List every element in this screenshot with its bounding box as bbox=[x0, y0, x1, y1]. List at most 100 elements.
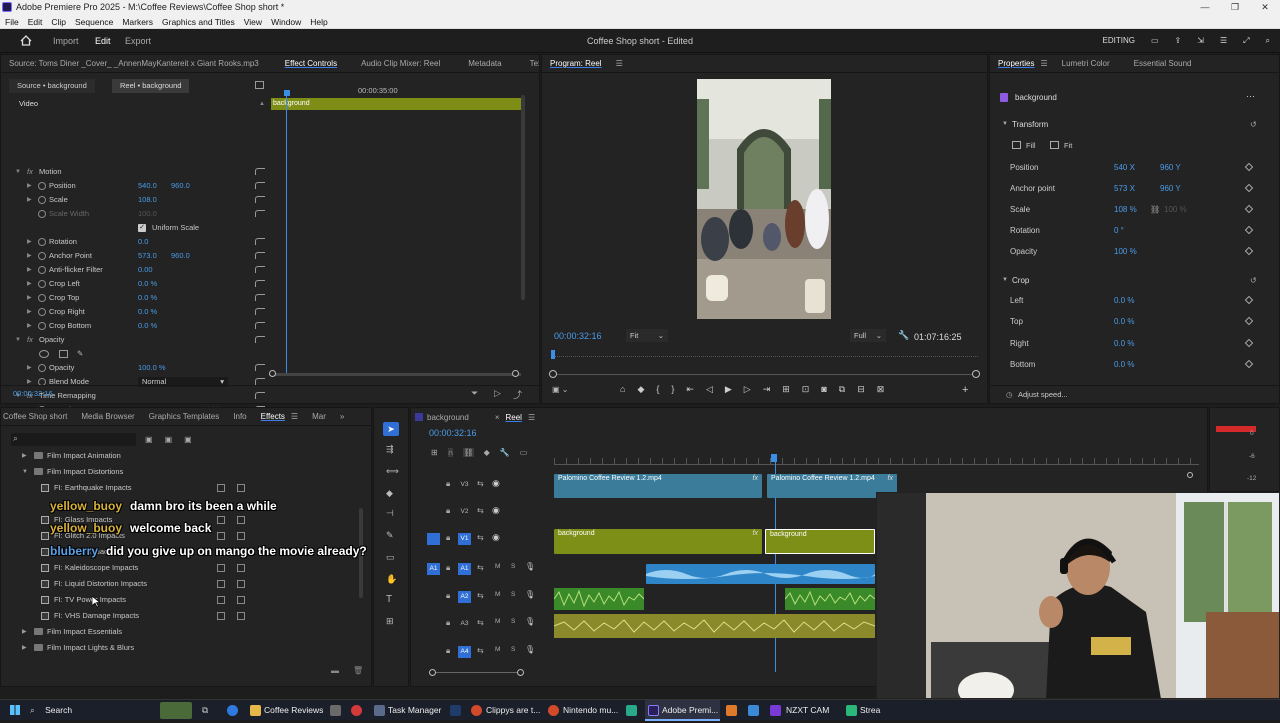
prop-value[interactable]: 0.0 % bbox=[1114, 333, 1134, 354]
folder-expand-icon[interactable]: ▼ bbox=[22, 464, 28, 480]
nest-icon[interactable]: ⊞ bbox=[431, 448, 438, 457]
ec-value[interactable]: 0.0 % bbox=[138, 305, 157, 319]
fill-label[interactable]: Fill bbox=[1026, 141, 1036, 150]
menu-window[interactable]: Window bbox=[271, 15, 301, 28]
folder-expand-icon[interactable]: ▶ bbox=[22, 624, 27, 640]
pen-tool-icon[interactable]: ✎ bbox=[386, 530, 394, 541]
transform-reset-icon[interactable]: ↺ bbox=[1250, 120, 1257, 129]
keyframe-icon[interactable] bbox=[1244, 295, 1254, 305]
edit-tab[interactable]: Edit bbox=[95, 29, 111, 53]
timeline-playhead-handle[interactable] bbox=[771, 454, 777, 462]
stopwatch-icon[interactable] bbox=[38, 238, 46, 246]
transform-collapse-icon[interactable]: ▼ bbox=[1002, 121, 1008, 127]
reset-icon[interactable] bbox=[255, 168, 265, 175]
reset-icon[interactable] bbox=[255, 336, 265, 343]
menu-file[interactable]: File bbox=[5, 15, 19, 28]
ec-value[interactable]: 540.0 bbox=[138, 179, 157, 193]
program-zoom-scrollbar[interactable] bbox=[552, 374, 978, 375]
razor-tool-icon[interactable]: ◆ bbox=[386, 488, 393, 499]
program-menu-icon[interactable]: ☰ bbox=[616, 59, 623, 68]
keyframe-icon[interactable] bbox=[1244, 183, 1254, 193]
timeline-vscroll-handle[interactable] bbox=[1187, 472, 1193, 478]
restore-button[interactable]: ❐ bbox=[1220, 0, 1250, 15]
caption-tool-icon[interactable]: ⊞ bbox=[386, 616, 394, 627]
clip-a1[interactable] bbox=[646, 564, 875, 584]
track-target[interactable]: V1 bbox=[458, 533, 471, 545]
new-bin-icon[interactable]: ▬ bbox=[331, 666, 339, 675]
lock-icon[interactable]: 🔒︎ bbox=[446, 646, 450, 656]
track-target[interactable]: V3 bbox=[458, 479, 471, 491]
filter-icon[interactable]: ⏷ bbox=[471, 388, 478, 399]
taskbar-nzxt[interactable]: NZXT CAM bbox=[786, 700, 829, 721]
prop-value[interactable]: 573 X bbox=[1114, 178, 1135, 199]
ec-zoom-handle-left[interactable] bbox=[269, 370, 276, 377]
app-icon-blue[interactable] bbox=[748, 705, 759, 716]
type-tool-icon[interactable]: T bbox=[386, 594, 392, 605]
streamlabs-icon[interactable] bbox=[846, 705, 857, 716]
sync-lock-icon[interactable]: ⇆ bbox=[477, 618, 484, 627]
photoshop-icon[interactable] bbox=[450, 705, 461, 716]
app-icon-orange[interactable] bbox=[726, 705, 737, 716]
add-marker-icon[interactable]: ▣ ⌄ bbox=[552, 385, 568, 394]
track-target[interactable]: A2 bbox=[458, 591, 471, 603]
prop-value[interactable]: 0.0 % bbox=[1114, 354, 1134, 375]
folder-expand-icon[interactable]: ▶ bbox=[22, 448, 27, 464]
lock-icon[interactable]: 🔒︎ bbox=[446, 563, 450, 573]
stopwatch-icon[interactable] bbox=[38, 266, 46, 274]
workspace-label[interactable]: EDITING bbox=[1103, 29, 1135, 53]
app-icon-red[interactable] bbox=[351, 705, 362, 716]
nzxt-icon[interactable] bbox=[770, 705, 781, 716]
menu-sequence[interactable]: Sequence bbox=[75, 15, 113, 28]
fit-icon[interactable] bbox=[1050, 141, 1059, 149]
expand-icon[interactable]: ▶ bbox=[27, 277, 32, 291]
accelerated-filter-icon[interactable]: ▣ bbox=[145, 435, 153, 444]
reset-icon[interactable] bbox=[255, 322, 265, 329]
snap-icon[interactable]: ∩ bbox=[447, 448, 454, 457]
timeline-menu-icon[interactable]: ☰ bbox=[528, 413, 535, 422]
expand-icon[interactable]: ▶ bbox=[27, 249, 32, 263]
reset-icon[interactable] bbox=[255, 280, 265, 287]
collapse-icon[interactable]: ▼ bbox=[15, 165, 21, 179]
selection-tool-icon[interactable]: ➤ bbox=[383, 422, 399, 436]
effects-folder[interactable]: ▶ Film Impact Lights & Blurs bbox=[0, 640, 360, 656]
clip-a2-a[interactable] bbox=[553, 588, 645, 610]
sync-lock-icon[interactable]: ⇆ bbox=[477, 533, 484, 542]
solo-button[interactable]: S bbox=[511, 591, 515, 598]
ec-scrollbar[interactable] bbox=[521, 95, 525, 300]
program-monitor-tab[interactable]: Program: Reel bbox=[550, 59, 602, 68]
menu-edit[interactable]: Edit bbox=[28, 15, 43, 28]
reel-clip-button[interactable]: Reel • background bbox=[112, 79, 190, 93]
expand-icon[interactable]: ▶ bbox=[27, 235, 32, 249]
go-to-out-icon[interactable]: ⇥ bbox=[763, 384, 771, 395]
stopwatch-icon[interactable] bbox=[38, 364, 46, 372]
add-marker-icon[interactable]: ◆ bbox=[484, 448, 490, 457]
zoom-level-select[interactable]: Fit ⌄ bbox=[626, 329, 668, 342]
lock-icon[interactable]: 🔒︎ bbox=[446, 533, 450, 543]
sequence-tab-background[interactable]: background bbox=[427, 413, 469, 422]
clip-v1-a[interactable]: background fx bbox=[554, 529, 762, 554]
windows-start-icon[interactable] bbox=[10, 700, 22, 721]
stopwatch-icon[interactable] bbox=[38, 182, 46, 190]
ec-value[interactable]: 100.0 % bbox=[138, 361, 166, 375]
widgets-icon[interactable] bbox=[160, 702, 192, 719]
yuv-filter-icon[interactable]: ▣ bbox=[184, 435, 192, 444]
file-explorer-icon[interactable] bbox=[250, 705, 261, 716]
step-forward-icon[interactable]: ▷ bbox=[744, 384, 751, 395]
link-icon[interactable]: ⛓ bbox=[1150, 199, 1160, 220]
info-tab[interactable]: Info bbox=[233, 412, 246, 421]
overflow-icon[interactable]: » bbox=[340, 412, 344, 421]
proxy-icon[interactable]: ⊠ bbox=[877, 384, 885, 395]
prop-value[interactable]: 0.0 % bbox=[1114, 290, 1134, 311]
rectangle-tool-icon[interactable]: ▭ bbox=[386, 552, 395, 563]
ec-value[interactable]: 0.0 % bbox=[138, 291, 157, 305]
crop-collapse-icon[interactable]: ▼ bbox=[1002, 277, 1008, 283]
solo-button[interactable]: S bbox=[511, 618, 515, 625]
sync-lock-icon[interactable]: ⇆ bbox=[477, 563, 484, 572]
prop-value-2[interactable]: 960 Y bbox=[1160, 178, 1181, 199]
export-frame-icon[interactable]: ⤴ bbox=[513, 388, 522, 401]
slip-tool-icon[interactable]: ⊣ bbox=[386, 508, 394, 519]
taskbar-nintendo[interactable]: Nintendo mu... bbox=[563, 700, 618, 721]
lock-icon[interactable]: 🔒︎ bbox=[446, 618, 450, 628]
sync-lock-icon[interactable]: ⇆ bbox=[477, 591, 484, 600]
effects-tab[interactable]: Effects bbox=[261, 412, 285, 421]
